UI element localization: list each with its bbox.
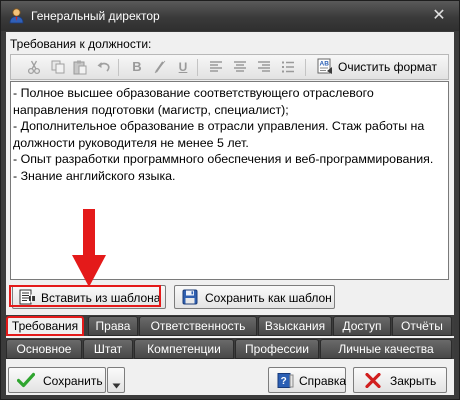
checkmark-icon [16, 372, 36, 388]
requirement-line: - Дополнительное образование в отрасли у… [13, 119, 425, 150]
save-label: Сохранить [43, 374, 103, 388]
tab-row-2: Основное Штат Компетенции Профессии Личн… [6, 338, 454, 359]
cut-icon[interactable] [25, 58, 43, 76]
requirements-label: Требования к должности: [10, 37, 152, 51]
italic-icon[interactable] [151, 58, 169, 76]
clear-format-button[interactable]: AB Очистить формат [314, 57, 438, 77]
tab-competencies[interactable]: Компетенции [134, 339, 234, 359]
svg-text:?: ? [281, 376, 287, 387]
requirement-line: - Знание английского языка. [13, 168, 176, 183]
align-right-icon[interactable] [255, 58, 273, 76]
svg-text:AB: AB [320, 61, 330, 68]
align-center-icon[interactable] [231, 58, 249, 76]
tab-access[interactable]: Доступ [333, 316, 391, 336]
toolbar-separator [118, 59, 119, 76]
title-bar[interactable]: Генеральный директор ✕ [1, 1, 459, 31]
save-button[interactable]: Сохранить [8, 367, 106, 393]
close-label: Закрыть [390, 374, 437, 388]
paste-icon[interactable] [71, 58, 89, 76]
underline-icon[interactable]: U [174, 58, 192, 76]
copy-icon[interactable] [49, 58, 67, 76]
requirements-text: - Полное высшее образование соответствую… [13, 85, 446, 184]
help-button[interactable]: ? Справка [268, 367, 346, 393]
highlight-frame [9, 285, 161, 307]
chevron-down-icon [112, 378, 121, 389]
toolbar-separator [305, 59, 306, 76]
align-left-icon[interactable] [207, 58, 225, 76]
format-toolbar: B U AB Очистить формат [10, 54, 449, 80]
save-template-icon [182, 289, 198, 305]
undo-icon[interactable] [95, 58, 113, 76]
tab-staff[interactable]: Штат [83, 339, 133, 359]
tab-professions[interactable]: Профессии [235, 339, 319, 359]
requirement-line: - Опыт разработки программного обеспечен… [13, 152, 434, 166]
window-title: Генеральный директор [31, 9, 160, 23]
help-book-icon: ? [277, 372, 294, 389]
tab-penalties[interactable]: Взыскания [258, 316, 332, 336]
user-icon [9, 8, 24, 24]
bold-icon[interactable]: B [128, 58, 146, 76]
clear-format-icon: AB [317, 58, 333, 75]
tab-main[interactable]: Основное [6, 339, 82, 359]
clear-format-label: Очистить формат [338, 60, 437, 74]
close-button[interactable]: Закрыть [353, 367, 447, 393]
close-window-icon[interactable]: ✕ [429, 7, 449, 25]
tab-reports[interactable]: Отчёты [392, 316, 452, 336]
save-as-template-button[interactable]: Сохранить как шаблон [174, 285, 335, 309]
close-x-icon [365, 372, 381, 389]
toolbar-separator [197, 59, 198, 76]
help-label: Справка [299, 374, 347, 388]
tab-rights[interactable]: Права [88, 316, 138, 336]
tab-responsibility[interactable]: Ответственность [139, 316, 257, 336]
dialog-window: Генеральный директор ✕ Требования к долж… [0, 0, 460, 400]
bullet-list-icon[interactable] [279, 58, 297, 76]
save-options-dropdown[interactable] [107, 367, 125, 393]
tab-row-1: Требования Права Ответственность Взыскан… [6, 315, 454, 336]
red-arrow-annotation [72, 209, 106, 287]
tab-personal-qualities[interactable]: Личные качества [320, 339, 452, 359]
tab-requirements[interactable]: Требования [6, 316, 84, 336]
requirement-line: - Полное высшее образование соответствую… [13, 86, 374, 117]
save-as-template-label: Сохранить как шаблон [205, 291, 332, 305]
